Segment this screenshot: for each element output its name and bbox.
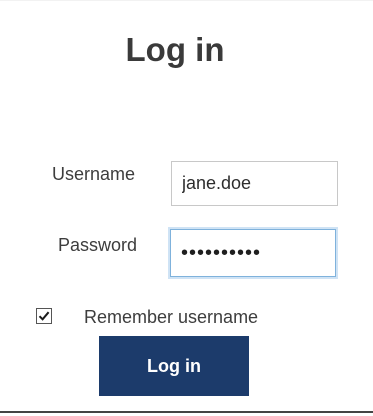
- password-label: Password: [58, 235, 138, 255]
- username-input[interactable]: [171, 161, 338, 206]
- login-button[interactable]: Log in: [99, 336, 249, 396]
- username-label: Username: [52, 164, 136, 184]
- checkmark-icon: [38, 311, 50, 321]
- remember-username-checkbox[interactable]: [36, 308, 52, 324]
- password-input[interactable]: [170, 229, 336, 277]
- bottom-divider: [0, 411, 373, 413]
- page-title: Log in: [125, 31, 225, 68]
- top-divider: [0, 0, 373, 1]
- remember-username-row[interactable]: Remember username: [36, 306, 336, 330]
- remember-username-label: Remember username: [84, 307, 259, 327]
